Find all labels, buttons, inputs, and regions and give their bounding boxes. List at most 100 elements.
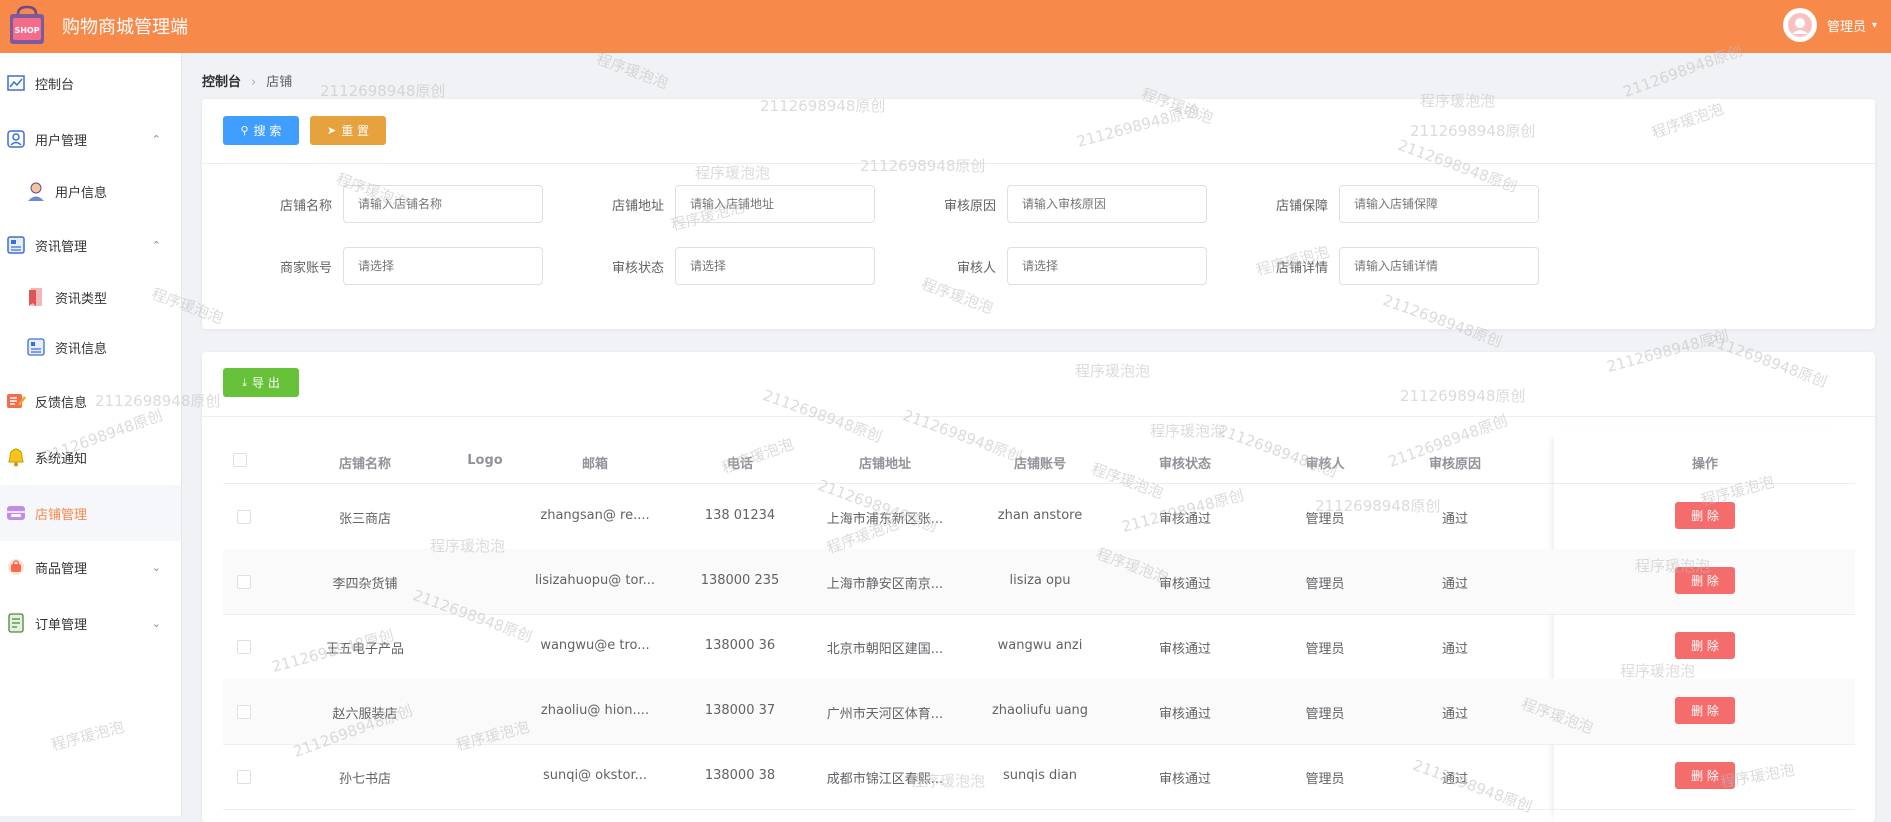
store-detail-input[interactable]: [1339, 247, 1539, 285]
cell-address: 上海市静安区南京...: [826, 577, 944, 592]
field-label-store-name: 店铺名称: [279, 199, 332, 214]
sidebar-item-feedback[interactable]: 反馈信息: [0, 375, 181, 427]
sidebar-item-user-management[interactable]: 用户管理 ⌃: [0, 113, 181, 165]
store-name-input[interactable]: [343, 185, 543, 223]
field-label-audit-status: 审核状态: [611, 261, 664, 276]
field-label-store-address: 店铺地址: [611, 199, 664, 214]
row-checkbox[interactable]: [237, 770, 251, 784]
chevron-up-icon: ⌃: [151, 238, 161, 252]
table-row[interactable]: 张三商店 zhangsan@ re.... 138 01234 上海市浦东新区张…: [223, 484, 1855, 550]
cell-email: zhaoliu@ hion....: [540, 703, 650, 718]
row-checkbox[interactable]: [237, 575, 251, 589]
audit-status-select[interactable]: [675, 247, 875, 285]
sidebar-item-dashboard[interactable]: 控制台: [0, 57, 181, 109]
top-header: SHOP 购物商城管理端 管理员 ▾: [0, 0, 1891, 53]
send-icon: ➤: [326, 124, 337, 137]
order-icon: [5, 612, 27, 634]
user-menu[interactable]: 管理员 ▾: [1782, 8, 1877, 42]
column-header-account: 店铺账号: [1013, 457, 1066, 472]
column-header-address: 店铺地址: [858, 457, 911, 472]
sidebar-item-label: 控制台: [35, 77, 75, 93]
sidebar-item-news-type[interactable]: 资讯类型: [0, 271, 181, 323]
cell-address: 上海市浦东新区张...: [826, 512, 944, 527]
cell-auditor: 管理员: [1305, 707, 1345, 722]
store-guarantee-input[interactable]: [1339, 185, 1539, 223]
feedback-icon: [5, 390, 27, 412]
column-header-status: 审核状态: [1158, 457, 1211, 472]
sidebar-item-label: 用户管理: [35, 133, 88, 149]
merchant-account-select[interactable]: [343, 247, 543, 285]
cell-account: lisiza opu: [1009, 573, 1071, 588]
cell-phone: 138000 235: [700, 573, 780, 588]
sidebar-item-news-management[interactable]: 资讯管理 ⌃: [0, 219, 181, 271]
row-checkbox[interactable]: [237, 510, 251, 524]
store-icon: [5, 502, 27, 524]
field-label-merchant-account: 商家账号: [279, 261, 332, 276]
cell-phone: 138000 36: [704, 638, 776, 653]
breadcrumb-current: 店铺: [266, 75, 293, 90]
sidebar-item-label: 用户信息: [55, 185, 108, 201]
cell-status: 审核通过: [1158, 577, 1211, 592]
store-address-input[interactable]: [675, 185, 875, 223]
user-name: 管理员: [1826, 19, 1866, 35]
cell-email: sunqi@ okstor...: [542, 768, 648, 783]
cell-phone: 138000 38: [704, 768, 776, 783]
cell-account: wangwu anzi: [997, 638, 1083, 653]
export-button[interactable]: ⤓ 导 出: [223, 368, 299, 397]
cell-address: 成都市锦江区春熙...: [826, 772, 944, 787]
breadcrumb: 控制台 › 店铺: [202, 71, 292, 90]
table-row[interactable]: 孙七书店 sunqi@ okstor... 138000 38 成都市锦江区春熙…: [223, 744, 1855, 810]
sidebar-item-store-management[interactable]: 店铺管理: [0, 485, 181, 541]
cell-email: zhangsan@ re....: [540, 508, 650, 523]
bell-icon: [5, 446, 27, 468]
sidebar-item-notification[interactable]: 系统通知: [0, 431, 181, 483]
select-all-checkbox[interactable]: [233, 453, 247, 467]
field-label-audit-reason: 审核原因: [943, 199, 996, 214]
delete-button[interactable]: 删 除: [1675, 632, 1735, 659]
sidebar-item-label: 反馈信息: [35, 395, 88, 411]
table-row[interactable]: 赵六服装店 zhaoliu@ hion.... 138000 37 广州市天河区…: [223, 679, 1855, 745]
reset-button[interactable]: ➤ 重 置: [310, 116, 386, 145]
row-checkbox[interactable]: [237, 705, 251, 719]
sidebar-item-label: 订单管理: [35, 617, 88, 633]
breadcrumb-separator-icon: ›: [251, 75, 257, 90]
cell-phone: 138 01234: [704, 508, 776, 523]
field-label-store-detail: 店铺详情: [1275, 261, 1328, 276]
cell-email: lisizahuopu@ tor...: [534, 573, 656, 588]
sidebar-item-label: 资讯信息: [55, 341, 108, 357]
column-header-phone: 电话: [726, 457, 753, 472]
cell-name: 王五电子产品: [325, 642, 404, 657]
chart-line-icon: [5, 72, 27, 94]
delete-button[interactable]: 删 除: [1675, 567, 1735, 594]
bag-icon: [5, 556, 27, 578]
table-panel: ⤓ 导 出 店铺名称 Logo 邮箱 电话 店铺地址 店铺账号 审核状态 审核人 …: [202, 352, 1875, 822]
audit-reason-input[interactable]: [1007, 185, 1207, 223]
sidebar-item-user-info[interactable]: 用户信息: [0, 165, 181, 217]
sidebar-item-news-info[interactable]: 资讯信息: [0, 321, 181, 373]
table-row[interactable]: 李四杂货铺 lisizahuopu@ tor... 138000 235 上海市…: [223, 549, 1855, 615]
watermark-text: 程序瑗泡泡: [594, 49, 671, 93]
svg-text:SHOP: SHOP: [14, 26, 39, 35]
breadcrumb-root[interactable]: 控制台: [202, 75, 241, 90]
download-icon: ⤓: [242, 375, 248, 389]
chevron-down-icon: ⌄: [151, 560, 161, 574]
cell-reason: 通过: [1441, 772, 1468, 787]
user-icon: [5, 128, 27, 150]
table-row[interactable]: 王五电子产品 wangwu@e tro... 138000 36 北京市朝阳区建…: [223, 614, 1855, 680]
search-button[interactable]: ⚲ 搜 索: [223, 116, 299, 145]
cell-name: 赵六服装店: [332, 707, 398, 722]
search-icon: ⚲: [240, 124, 249, 137]
user-avatar-icon: [1782, 8, 1817, 42]
sidebar-item-order-management[interactable]: 订单管理 ⌄: [0, 597, 181, 649]
column-header-reason: 审核原因: [1428, 457, 1481, 472]
bookmark-icon: [25, 286, 47, 308]
delete-button[interactable]: 删 除: [1675, 502, 1735, 529]
sidebar-item-product-management[interactable]: 商品管理 ⌄: [0, 541, 181, 593]
sidebar-item-label: 资讯管理: [35, 239, 88, 255]
divider: [202, 163, 1875, 164]
delete-button[interactable]: 删 除: [1675, 697, 1735, 724]
delete-button[interactable]: 删 除: [1675, 762, 1735, 789]
row-checkbox[interactable]: [237, 640, 251, 654]
auditor-select[interactable]: [1007, 247, 1207, 285]
cell-address: 北京市朝阳区建国...: [826, 642, 944, 657]
